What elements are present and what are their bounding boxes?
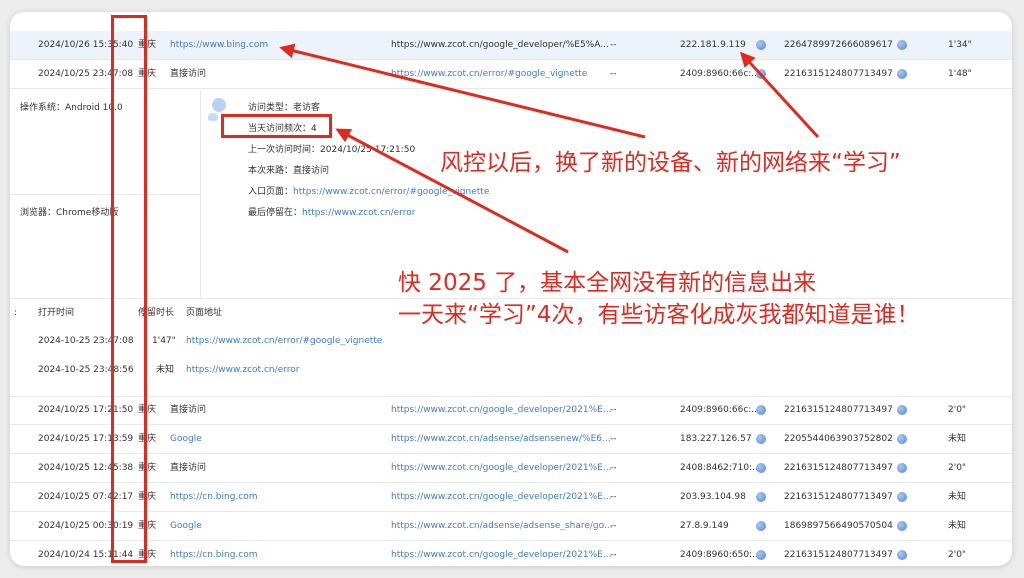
annotation-caption-2a: 快 2025 了，基本全网没有新的信息出来 bbox=[398, 270, 817, 296]
arrow-to-ip bbox=[739, 51, 820, 139]
arrow-to-source bbox=[279, 43, 646, 139]
annotation-caption-2b: 一天来“学习”4次，有些访客化成灰我都知道是谁！ bbox=[398, 302, 920, 328]
annotation-caption-1: 风控以后，换了新的设备、新的网络来“学习” bbox=[440, 150, 901, 176]
